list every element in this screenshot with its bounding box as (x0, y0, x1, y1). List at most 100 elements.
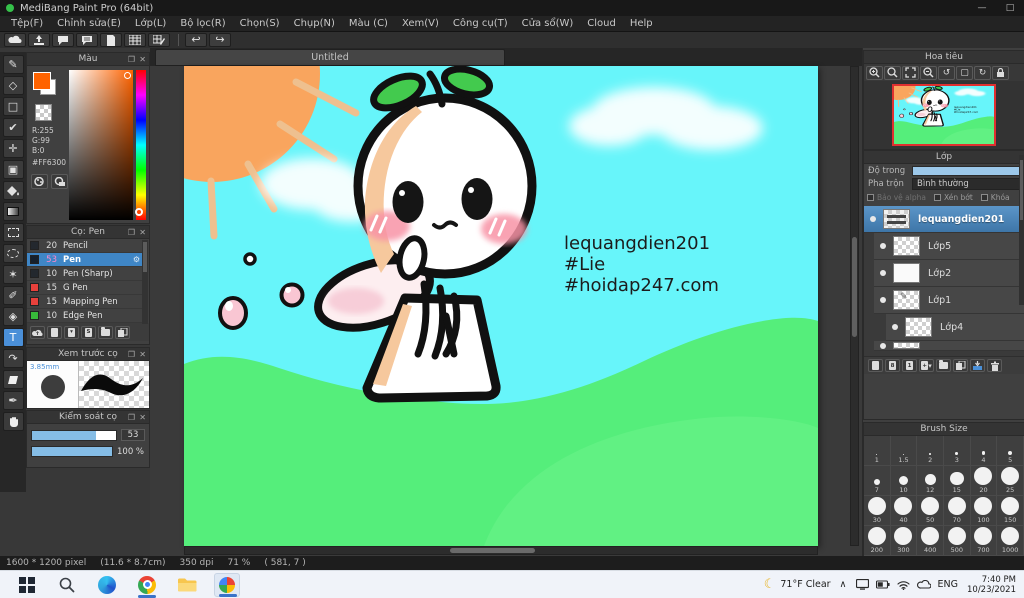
transparent-swatch[interactable] (35, 104, 52, 121)
popout-icon[interactable]: ❐ (128, 228, 135, 237)
duplicate-layer-icon[interactable] (953, 359, 968, 372)
menu-item[interactable]: Cửa sổ(W) (515, 18, 581, 29)
layer-visibility-icon[interactable] (880, 270, 886, 276)
edge-browser-button[interactable] (94, 573, 120, 597)
language-indicator[interactable]: ENG (938, 579, 958, 590)
comment-lines-icon[interactable] (76, 33, 98, 47)
brush-size-option[interactable]: 2 (917, 436, 944, 466)
brush-list-scrollbar[interactable] (142, 240, 148, 324)
brush-size-option[interactable]: 70 (943, 496, 971, 526)
fit-screen-icon[interactable] (902, 65, 919, 80)
grid-pen-icon[interactable] (148, 33, 170, 47)
layer-visibility-icon[interactable] (880, 342, 886, 349)
brush-opacity-slider[interactable] (31, 446, 113, 457)
brush-size-option[interactable]: 300 (890, 526, 918, 556)
menu-item[interactable]: Màu (C) (342, 18, 395, 29)
brush-size-option[interactable]: 4 (970, 436, 998, 466)
layer-visibility-icon[interactable] (880, 297, 886, 303)
navigator-thumbnail[interactable] (892, 84, 996, 146)
upload-icon[interactable] (28, 33, 50, 47)
minimize-button[interactable]: — (968, 3, 996, 13)
brush-item[interactable]: 10 Edge Pen (27, 309, 142, 323)
new-1bit-layer-icon[interactable]: 1 (902, 359, 917, 372)
comment-icon[interactable] (52, 33, 74, 47)
brush-size-option[interactable]: 500 (943, 526, 971, 556)
cloud-brush-icon[interactable] (30, 325, 45, 339)
lock-icon[interactable] (992, 65, 1009, 80)
canvas-vertical-scrollbar[interactable] (850, 66, 859, 546)
brush-size-option[interactable]: 30 (864, 496, 891, 526)
rotate-left-icon[interactable]: ↺ (938, 65, 955, 80)
fill-shape-tool[interactable]: ▣ (2, 160, 24, 179)
soft-eraser-tool[interactable] (2, 370, 24, 389)
brush-size-option[interactable]: 15 (943, 466, 971, 496)
cloud-icon[interactable] (4, 33, 26, 47)
tray-chevron-icon[interactable]: ∧ (840, 579, 847, 590)
redo-icon[interactable]: ↪ (209, 33, 231, 47)
document-icon[interactable] (100, 33, 122, 47)
onedrive-icon[interactable] (916, 580, 931, 589)
menu-item[interactable]: Tệp(F) (4, 18, 50, 29)
shape-tool[interactable]: □ (2, 97, 24, 116)
document-tab[interactable]: Untitled (155, 49, 505, 66)
select-tool[interactable] (2, 223, 24, 242)
duplicate-brush-icon[interactable] (115, 325, 130, 339)
close-icon[interactable]: ✕ (139, 55, 146, 64)
menu-item[interactable]: Chụp(N) (287, 18, 342, 29)
text-tool[interactable]: T (2, 328, 24, 347)
brush-size-option[interactable]: 1 (864, 436, 891, 466)
menu-item[interactable]: Cloud (580, 18, 623, 29)
brush-size-option[interactable]: 50 (917, 496, 944, 526)
new-brush-icon[interactable] (47, 325, 62, 339)
brush-size-option[interactable]: 700 (970, 526, 998, 556)
battery-icon[interactable] (875, 580, 890, 589)
bucket-tool[interactable] (2, 181, 24, 200)
zoom-in-icon[interactable] (866, 65, 883, 80)
menu-item[interactable]: Chọn(S) (233, 18, 287, 29)
select-eraser-tool[interactable]: ◈ (2, 307, 24, 326)
menu-item[interactable]: Xem(V) (395, 18, 446, 29)
dot-pen-tool[interactable]: ✔ (2, 118, 24, 137)
protect-alpha-checkbox[interactable]: Bảo vệ alpha (867, 193, 926, 202)
brush-item[interactable]: 20 Pencil (27, 239, 142, 253)
menu-item[interactable]: Chỉnh sửa(E) (50, 18, 128, 29)
close-icon[interactable]: ✕ (139, 413, 146, 422)
menu-item[interactable]: Bộ lọc(R) (173, 18, 232, 29)
new-8bit-layer-icon[interactable]: 8 (885, 359, 900, 372)
brush-settings-icon[interactable]: ⚙ (133, 255, 140, 264)
rotate-right-icon[interactable]: ↻ (974, 65, 991, 80)
menu-item[interactable]: Help (623, 18, 660, 29)
brush-size-option[interactable]: 7 (864, 466, 891, 496)
brush-size-option[interactable]: 200 (864, 526, 891, 556)
palette-web-icon[interactable] (51, 174, 68, 189)
brush-size-slider[interactable] (31, 429, 117, 441)
rotate-view-tool[interactable]: ↷ (2, 349, 24, 368)
undo-icon[interactable]: ↩ (185, 33, 207, 47)
popout-icon[interactable]: ❐ (128, 350, 135, 359)
brush-tool[interactable]: ✎ (2, 55, 24, 74)
layer-visibility-icon[interactable] (892, 324, 898, 330)
clock[interactable]: 7:40 PM 10/23/2021 (967, 575, 1016, 595)
gradient-tool[interactable] (2, 202, 24, 221)
wifi-icon[interactable] (896, 580, 910, 590)
start-button[interactable] (14, 573, 40, 597)
canvas[interactable] (184, 66, 818, 546)
brush-size-option[interactable]: 25 (997, 466, 1024, 496)
new-layer-icon[interactable] (868, 359, 883, 372)
layer-visibility-icon[interactable] (880, 243, 886, 249)
medibang-app-button[interactable] (214, 572, 240, 597)
magic-wand-tool[interactable]: ✶ (2, 265, 24, 284)
saturation-value-picker[interactable] (69, 70, 133, 220)
brush-size-option[interactable]: 5 (997, 436, 1024, 466)
close-icon[interactable]: ✕ (139, 350, 146, 359)
merge-layer-icon[interactable] (970, 359, 985, 372)
weather-widget[interactable]: ☾ 71°F Clear (764, 577, 831, 592)
layer-item[interactable]: Lớp1 (874, 287, 1024, 314)
chrome-browser-button[interactable] (134, 573, 160, 598)
brush-item[interactable]: 15 G Pen (27, 281, 142, 295)
layer-visibility-icon[interactable] (870, 216, 876, 222)
delete-layer-icon[interactable] (987, 359, 1002, 372)
hue-slider[interactable] (135, 70, 146, 220)
brush-item[interactable]: 53 Pen ⚙ (27, 253, 142, 267)
close-icon[interactable]: ✕ (139, 228, 146, 237)
